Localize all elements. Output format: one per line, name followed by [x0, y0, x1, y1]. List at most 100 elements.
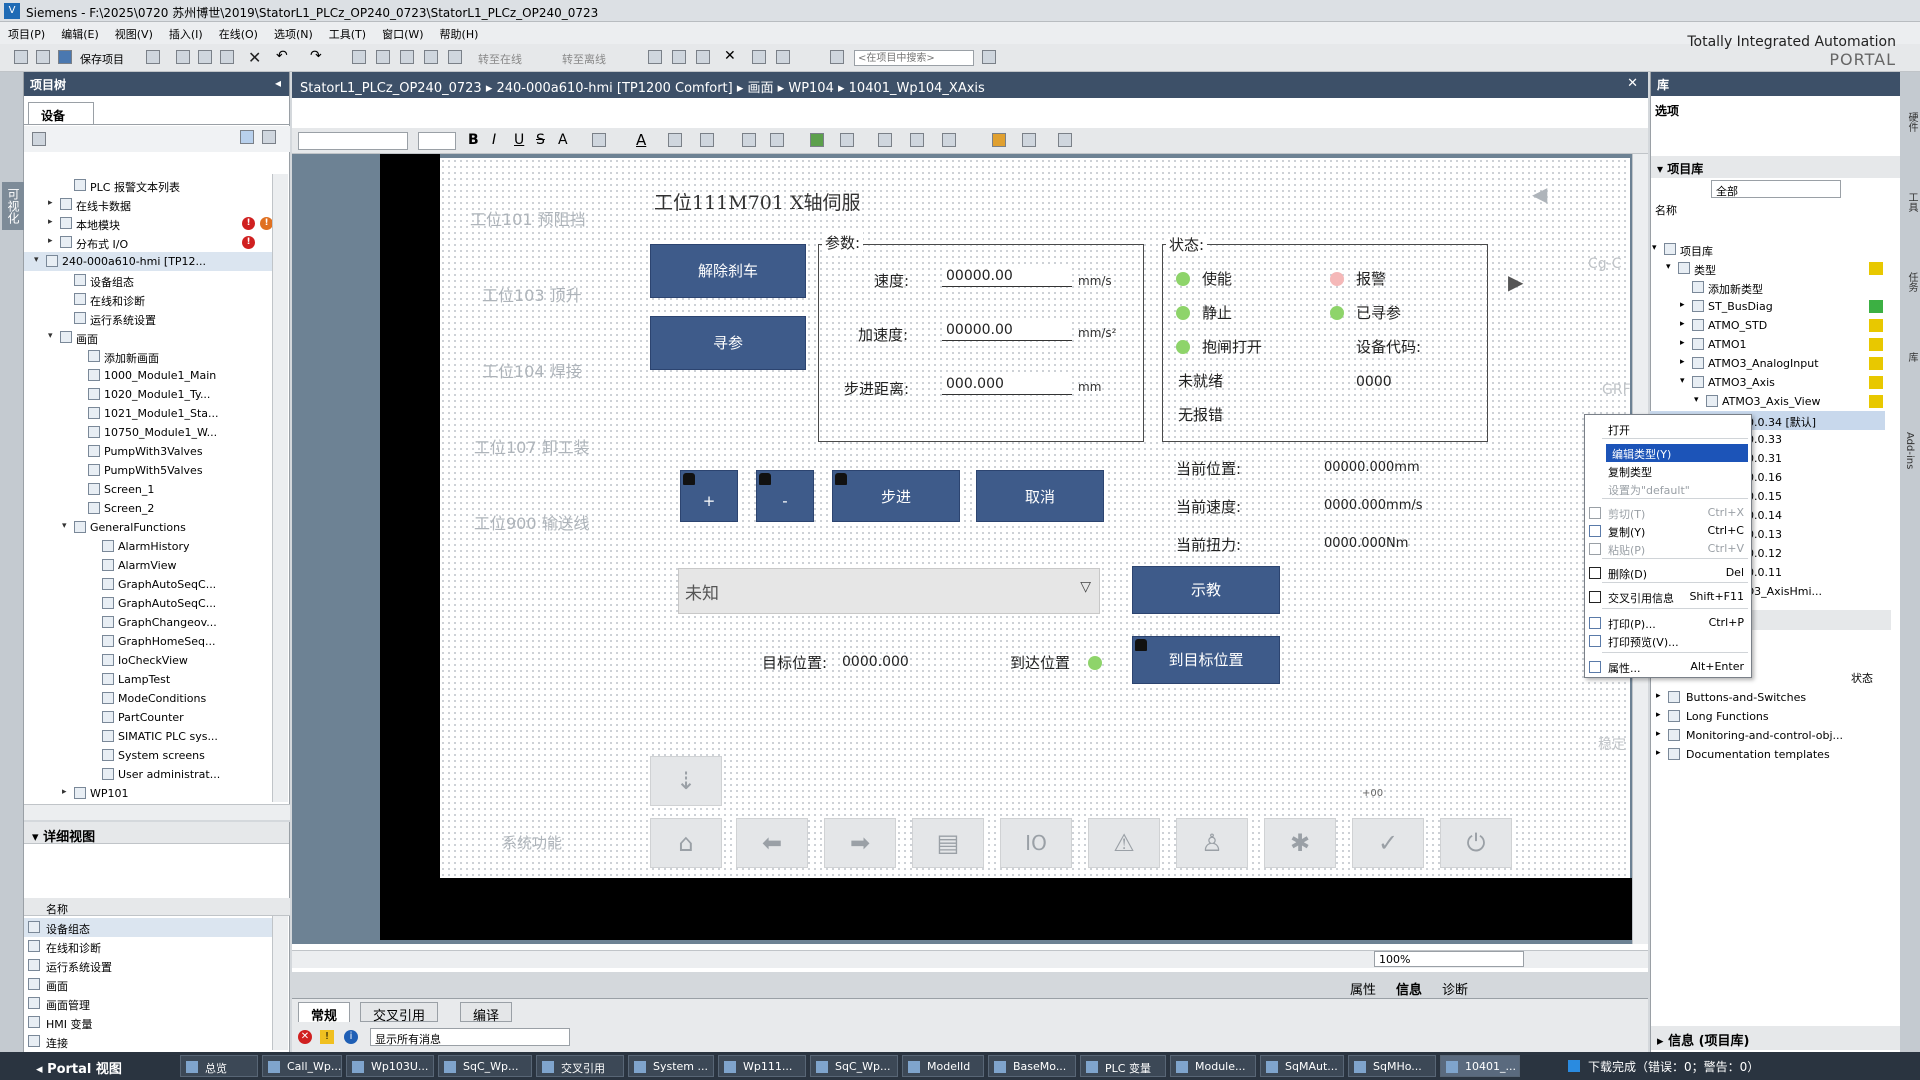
tree-item[interactable]: PLC 报警文本列表: [24, 176, 274, 195]
info-tab-general[interactable]: 常规: [298, 1002, 351, 1024]
tree-scrollbar[interactable]: [272, 174, 288, 802]
tree-options-icon[interactable]: [262, 130, 276, 144]
speed-field[interactable]: 00000.00: [942, 266, 1072, 287]
detail-item[interactable]: 设备组态: [24, 918, 274, 937]
tree-item[interactable]: ▾ 画面: [24, 328, 274, 347]
expand-arrow-icon[interactable]: ▸: [1680, 319, 1685, 329]
text-color-icon[interactable]: A: [636, 131, 646, 149]
portal-view-button[interactable]: ◂ Portal 视图: [36, 1058, 122, 1077]
detail-item[interactable]: 画面管理: [24, 994, 274, 1013]
collapse-arrow-icon[interactable]: ▾: [1652, 243, 1657, 253]
detail-column-name[interactable]: 名称: [24, 898, 290, 916]
context-menu-item[interactable]: 删除(D) Del: [1602, 564, 1748, 582]
right-tab-tools[interactable]: 工具: [1904, 192, 1919, 212]
home-button[interactable]: 寻参: [650, 316, 806, 370]
split-horizontal-icon[interactable]: [752, 50, 766, 64]
teach-button[interactable]: 示教: [1132, 566, 1280, 614]
taskbar-editor-tab[interactable]: 总览: [180, 1055, 258, 1077]
jog-plus-button[interactable]: +: [680, 470, 738, 522]
tree-item[interactable]: IoCheckView: [24, 651, 274, 670]
breadcrumb-screens[interactable]: 画面: [748, 81, 774, 96]
tree-item[interactable]: ▸ WP101: [24, 784, 274, 802]
tree-item[interactable]: User administrat...: [24, 765, 274, 784]
taskbar-editor-tab[interactable]: 交叉引用: [536, 1055, 624, 1077]
menu-project[interactable]: 项目(P): [0, 22, 53, 46]
expand-arrow-icon[interactable]: ▸: [1656, 691, 1661, 701]
right-tab-addins[interactable]: Add-ins: [1904, 432, 1915, 469]
font-family-select[interactable]: [298, 132, 408, 150]
taskbar-editor-tab[interactable]: Call_Wp...: [262, 1055, 342, 1077]
visualization-tab[interactable]: 可视化: [2, 182, 25, 230]
context-menu-item[interactable]: 编辑类型(Y): [1606, 444, 1748, 462]
breadcrumb-screen[interactable]: 10401_Wp104_XAxis: [849, 81, 985, 96]
warning-icon[interactable]: ⚠: [1088, 818, 1160, 868]
menu-help[interactable]: 帮助(H): [432, 22, 487, 46]
home-icon[interactable]: ⌂: [650, 818, 722, 868]
collapse-arrow-icon[interactable]: ▾: [62, 521, 67, 531]
context-menu-item[interactable]: 打开: [1602, 420, 1748, 438]
tree-item[interactable]: 10750_Module1_W...: [24, 423, 274, 442]
context-menu-item[interactable]: 设置为"default": [1602, 480, 1748, 498]
tree-item[interactable]: PumpWith3Valves: [24, 442, 274, 461]
compile-icon[interactable]: [352, 50, 366, 64]
bring-front-icon[interactable]: [810, 133, 824, 147]
devices-tab[interactable]: 设备: [28, 102, 94, 124]
line-color-icon[interactable]: [700, 133, 714, 147]
tree-item[interactable]: ▸ 本地模块!!: [24, 214, 274, 233]
collapse-arrow-icon[interactable]: ▾: [48, 331, 53, 341]
tree-hscrollbar[interactable]: [24, 804, 290, 820]
context-menu-item[interactable]: 属性... Alt+Enter: [1602, 658, 1748, 676]
taskbar-editor-tab[interactable]: Wp103U...: [346, 1055, 434, 1077]
italic-icon[interactable]: I: [492, 132, 496, 148]
right-tab-tasks[interactable]: 任务: [1904, 272, 1919, 292]
tree-item[interactable]: PumpWith5Valves: [24, 461, 274, 480]
menu-online[interactable]: 在线(O): [211, 22, 266, 46]
info-tab-compile[interactable]: 编译: [460, 1002, 513, 1024]
context-menu-item[interactable]: 交叉引用信息 Shift+F11: [1602, 588, 1748, 606]
collapse-arrow-icon[interactable]: ▾: [1666, 262, 1671, 272]
page-next-icon[interactable]: ▶: [1508, 270, 1523, 294]
tree-item[interactable]: SIMATIC PLC sys...: [24, 727, 274, 746]
tree-item[interactable]: 在线和诊断: [24, 290, 274, 309]
breadcrumb-device[interactable]: 240-000a610-hmi [TP1200 Comfort]: [496, 81, 732, 96]
tree-item[interactable]: LampTest: [24, 670, 274, 689]
expand-arrow-icon[interactable]: ▸: [48, 198, 53, 208]
stop-cpu-icon[interactable]: [696, 50, 710, 64]
library-item[interactable]: ▾ 类型: [1650, 259, 1885, 278]
print-icon[interactable]: [146, 50, 160, 64]
detail-item[interactable]: 连接: [24, 1032, 274, 1051]
right-tab-hardware[interactable]: 硬件: [1904, 112, 1919, 132]
taskbar-editor-tab[interactable]: SqC_Wp...: [810, 1055, 898, 1077]
detail-item[interactable]: 在线和诊断: [24, 937, 274, 956]
tree-item[interactable]: 运行系统设置: [24, 309, 274, 328]
accel-field[interactable]: 00000.00: [942, 320, 1072, 341]
rotate-icon[interactable]: [840, 133, 854, 147]
context-menu-item[interactable]: 打印(P)... Ctrl+P: [1602, 614, 1748, 632]
library-item[interactable]: ▾ 项目库: [1650, 240, 1885, 259]
project-search-input[interactable]: [854, 50, 974, 66]
stop-simulation-icon[interactable]: [448, 50, 462, 64]
stack-icon[interactable]: ▤: [912, 818, 984, 868]
taskbar-editor-tab[interactable]: BaseMo...: [988, 1055, 1076, 1077]
align-text-icon[interactable]: [592, 133, 606, 147]
nav-station-103[interactable]: 工位103 顶升: [482, 282, 582, 306]
menu-tools[interactable]: 工具(T): [321, 22, 374, 46]
line-style-icon[interactable]: [742, 133, 756, 147]
copy-icon[interactable]: [198, 50, 212, 64]
collapse-arrow-icon[interactable]: ▾: [1694, 395, 1699, 405]
power-icon[interactable]: ⏻: [1440, 818, 1512, 868]
redo-icon[interactable]: ↷: [310, 48, 322, 64]
distribute-icon[interactable]: [910, 133, 924, 147]
context-menu-item[interactable]: 复制类型: [1602, 462, 1748, 480]
step-button[interactable]: 步进: [832, 470, 960, 522]
search-icon[interactable]: [982, 50, 996, 64]
tree-item[interactable]: 添加新画面: [24, 347, 274, 366]
global-col-status[interactable]: 状态: [1851, 670, 1873, 686]
tools-icon[interactable]: ✱: [1264, 818, 1336, 868]
breadcrumb-project[interactable]: StatorL1_PLCz_OP240_0723: [300, 81, 482, 96]
library-item[interactable]: ▸ ATMO1: [1650, 335, 1885, 354]
tree-item[interactable]: GraphAutoSeqC...: [24, 594, 274, 613]
taskbar-editor-tab[interactable]: Wp111...: [718, 1055, 806, 1077]
detail-item[interactable]: 画面: [24, 975, 274, 994]
detail-scrollbar[interactable]: [272, 916, 288, 1050]
